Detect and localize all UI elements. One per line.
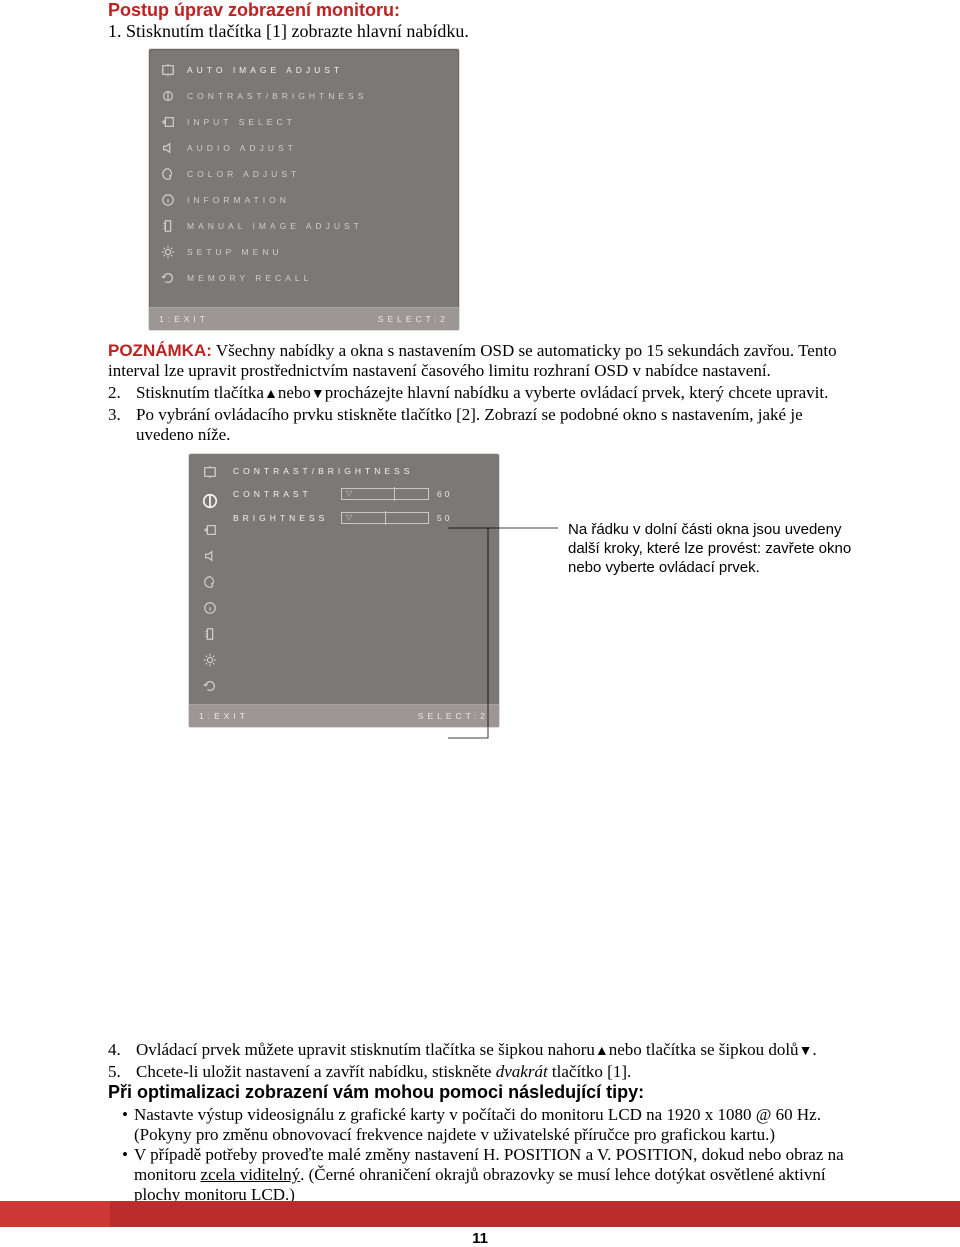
osd-item-auto-image-adjust: AUTO IMAGE ADJUST <box>159 57 449 83</box>
down-arrow-icon: ▼ <box>311 387 325 403</box>
callout-text: Na řádku v dolní části okna jsou uvedeny… <box>568 521 868 577</box>
osd-sidebar-icons <box>195 460 225 694</box>
page-number: 11 <box>0 1230 960 1247</box>
note: POZNÁMKA: Všechny nabídky a okna s nasta… <box>108 341 850 381</box>
step-5-part-b: tlačítko [1]. <box>548 1062 632 1081</box>
osd-item-label: AUDIO ADJUST <box>187 143 297 153</box>
manual-icon <box>202 626 218 642</box>
osd-main-menu: AUTO IMAGE ADJUST CONTRAST/BRIGHTNESS IN… <box>148 48 460 331</box>
osd-footer-exit: 1:EXIT <box>159 314 209 324</box>
step-num: 2. <box>108 383 136 403</box>
osd2-row-label: BRIGHTNESS <box>233 513 333 523</box>
input-icon <box>202 522 218 538</box>
step-3-body: Po vybrání ovládacího prvku stiskněte tl… <box>136 405 850 445</box>
palette-icon <box>161 167 175 181</box>
info-icon <box>161 193 175 207</box>
osd-item-label: MANUAL IMAGE ADJUST <box>187 221 363 231</box>
step-num: 3. <box>108 405 136 445</box>
osd-item-label: COLOR ADJUST <box>187 169 300 179</box>
step-4-part-c: . <box>812 1040 816 1059</box>
callout-line <box>448 523 568 753</box>
osd2-footer-exit: 1:EXIT <box>199 711 249 721</box>
osd-item-label: INFORMATION <box>187 195 290 205</box>
down-arrow-icon: ▼ <box>799 1044 813 1060</box>
tips-list: • Nastavte výstup videosignálu z grafick… <box>122 1105 850 1205</box>
osd-item-contrast-brightness: CONTRAST/BRIGHTNESS <box>159 83 449 109</box>
step-1: 1. Stisknutím tlačítka [1] zobrazte hlav… <box>108 21 850 42</box>
step-5-part-a: Chcete-li uložit nastavení a zavřít nabí… <box>136 1062 496 1081</box>
audio-icon <box>202 548 218 564</box>
step-2-part-c: procházejte hlavní nabídku a vyberte ovl… <box>325 383 829 402</box>
bullet-icon: • <box>122 1145 128 1205</box>
osd-item-input-select: INPUT SELECT <box>159 109 449 135</box>
step-2-part-b: nebo <box>278 383 311 402</box>
note-body: Všechny nabídky a okna s nastavením OSD … <box>108 341 837 380</box>
brightness-slider: ▽ <box>341 512 429 524</box>
up-arrow-icon: ▲ <box>264 387 278 403</box>
tip-item: • Nastavte výstup videosignálu z grafick… <box>122 1105 850 1145</box>
step-5: 5. Chcete-li uložit nastavení a zavřít n… <box>108 1062 850 1082</box>
osd-item-label: SETUP MENU <box>187 247 283 257</box>
osd-item-setup-menu: SETUP MENU <box>159 239 449 265</box>
contrast-icon <box>161 89 175 103</box>
info-icon <box>202 600 218 616</box>
osd2-row-label: CONTRAST <box>233 489 333 499</box>
tip-text: V případě potřeby proveďte malé změny na… <box>134 1145 850 1205</box>
tips-title: Při optimalizaci zobrazení vám mohou pom… <box>108 1082 850 1103</box>
contrast-value: 60 <box>437 489 452 499</box>
osd-footer: 1:EXIT SELECT:2 <box>149 307 459 330</box>
step-2-part-a: Stisknutím tlačítka <box>136 383 264 402</box>
step-num: 5. <box>108 1062 136 1082</box>
footer-bar <box>0 1201 960 1227</box>
bullet-icon: • <box>122 1105 128 1145</box>
auto-adjust-icon <box>202 464 218 480</box>
recall-icon <box>202 678 218 694</box>
brightness-value: 50 <box>437 513 452 523</box>
contrast-icon <box>199 490 221 512</box>
osd-item-manual-image-adjust: MANUAL IMAGE ADJUST <box>159 213 449 239</box>
osd-item-audio-adjust: AUDIO ADJUST <box>159 135 449 161</box>
osd-item-information: INFORMATION <box>159 187 449 213</box>
osd2-heading: CONTRAST/BRIGHTNESS <box>233 466 413 476</box>
manual-icon <box>161 219 175 233</box>
auto-adjust-icon <box>161 63 175 77</box>
step-4-part-a: Ovládací prvek můžete upravit stisknutím… <box>136 1040 595 1059</box>
step-num: 4. <box>108 1040 136 1060</box>
palette-icon <box>202 574 218 590</box>
osd-item-memory-recall: MEMORY RECALL <box>159 265 449 291</box>
step-3: 3. Po vybrání ovládacího prvku stiskněte… <box>108 405 850 445</box>
osd-item-label: AUTO IMAGE ADJUST <box>187 65 343 75</box>
osd2-row-contrast: CONTRAST ▽ 60 <box>233 482 491 506</box>
tip-underlined: zcela viditelný <box>201 1165 301 1184</box>
step-4: 4. Ovládací prvek můžete upravit stisknu… <box>108 1040 850 1060</box>
audio-icon <box>161 141 175 155</box>
osd-item-label: CONTRAST/BRIGHTNESS <box>187 91 367 101</box>
tip-item: • V případě potřeby proveďte malé změny … <box>122 1145 850 1205</box>
step-2: 2. Stisknutím tlačítka▲nebo▼procházejte … <box>108 383 850 403</box>
gear-icon <box>202 652 218 668</box>
up-arrow-icon: ▲ <box>595 1044 609 1060</box>
page-title: Postup úprav zobrazení monitoru: <box>108 0 850 21</box>
recall-icon <box>161 271 175 285</box>
gear-icon <box>161 245 175 259</box>
input-icon <box>161 115 175 129</box>
osd-item-color-adjust: COLOR ADJUST <box>159 161 449 187</box>
slider-triangle-icon: ▽ <box>346 514 352 522</box>
contrast-slider: ▽ <box>341 488 429 500</box>
tip-text: Nastavte výstup videosignálu z grafické … <box>134 1105 850 1145</box>
osd-footer-select: SELECT:2 <box>378 314 449 324</box>
note-label: POZNÁMKA: <box>108 341 212 360</box>
osd-item-label: INPUT SELECT <box>187 117 296 127</box>
step-4-part-b: nebo tlačítka se šipkou dolů <box>609 1040 799 1059</box>
step-5-em: dvakrát <box>496 1062 548 1081</box>
osd-item-label: MEMORY RECALL <box>187 273 312 283</box>
